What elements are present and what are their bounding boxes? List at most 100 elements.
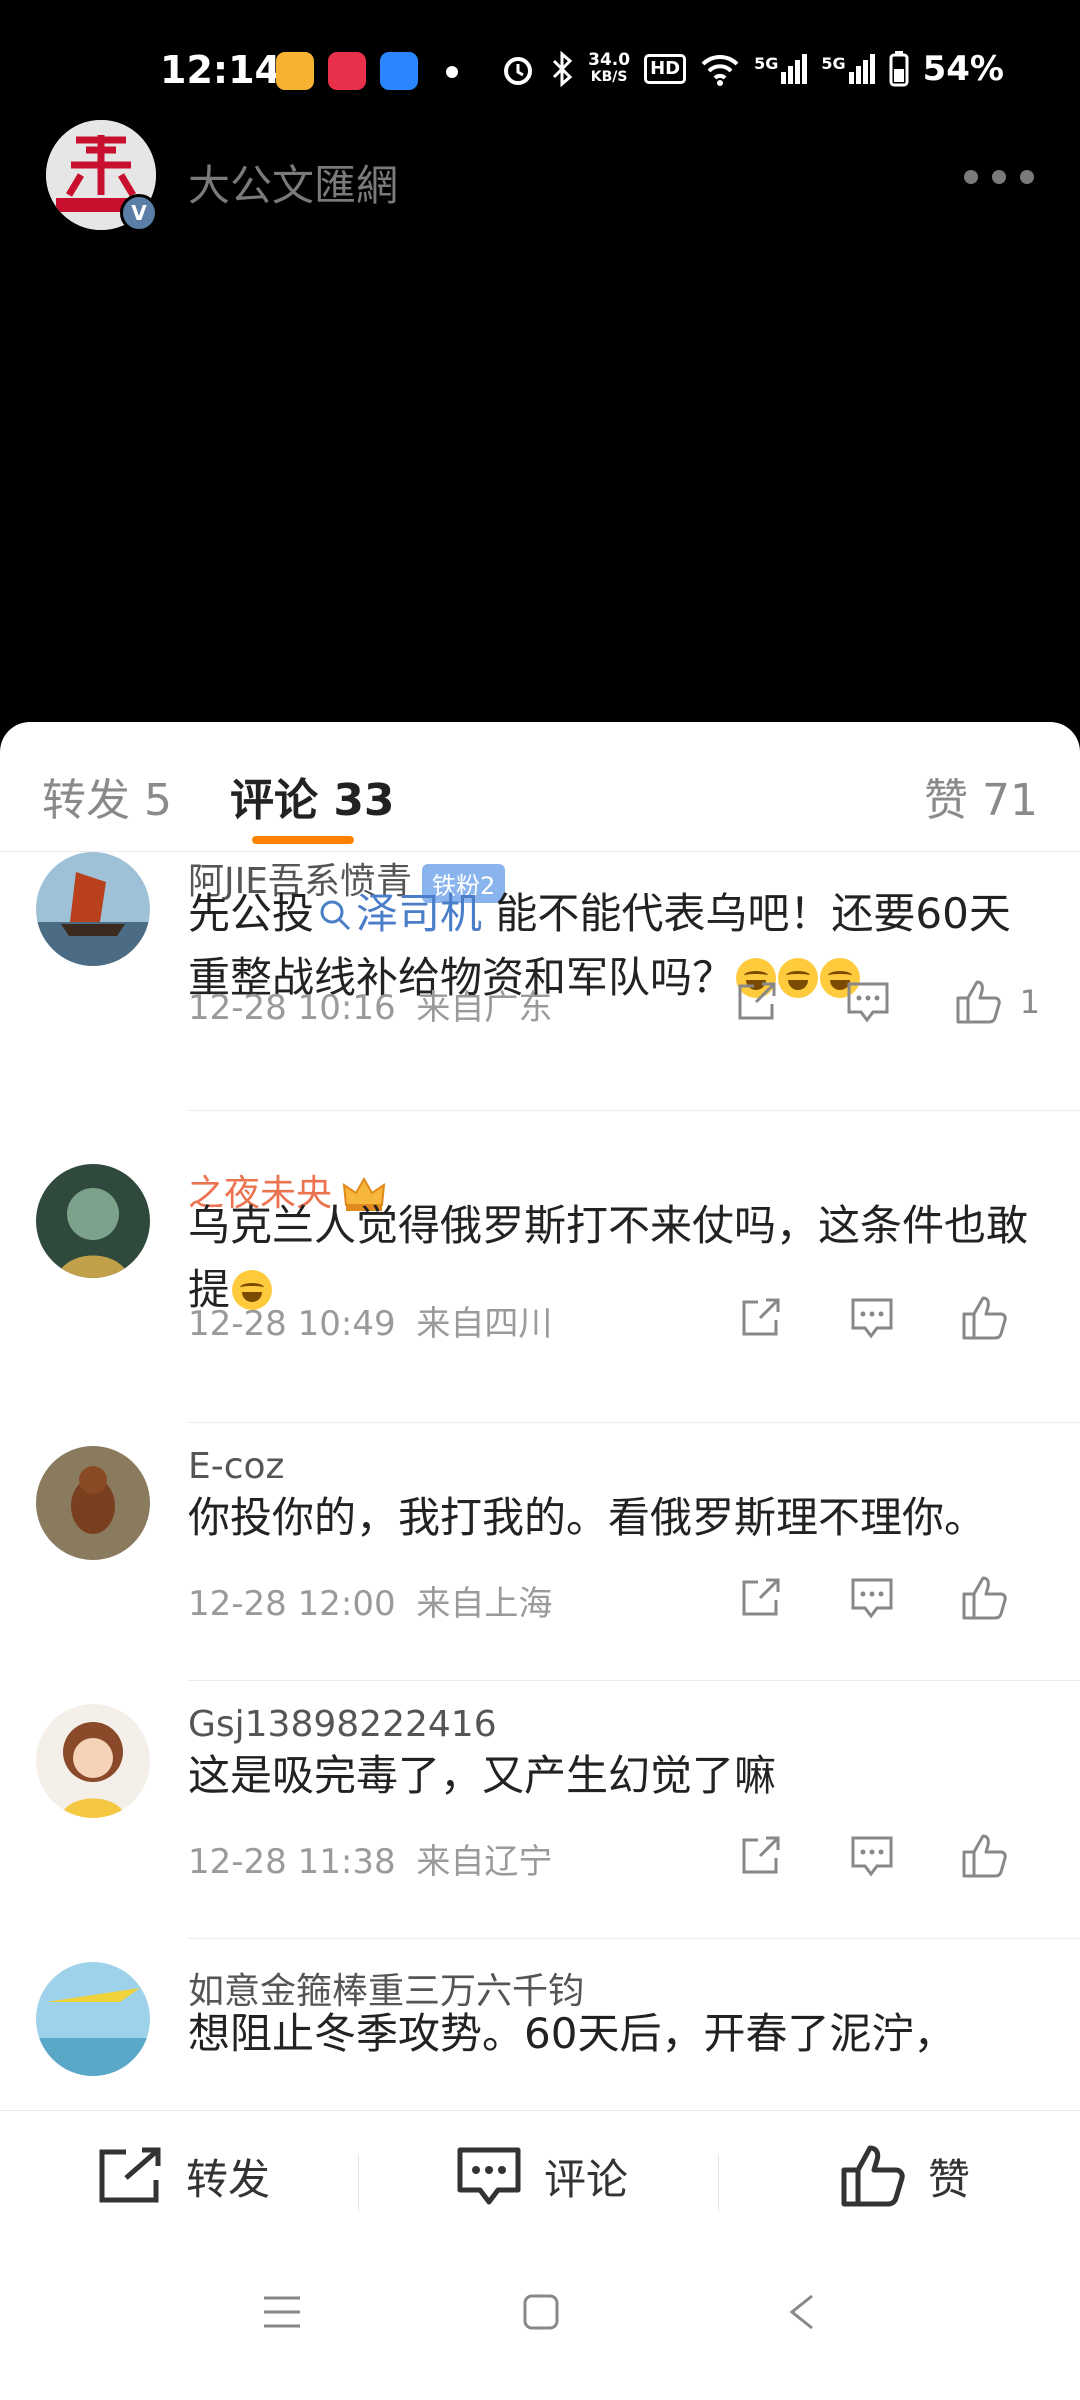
search-icon [320, 900, 351, 931]
status-bar: 12:14 34.0 KB/S HD 5G 5G 54% [0, 0, 1080, 140]
like-button[interactable]: 赞 [840, 2111, 970, 2241]
share-comment-button[interactable] [700, 972, 812, 1032]
comment-label: 评论 [544, 2154, 629, 2204]
junk-boat-avatar-icon [36, 852, 150, 966]
topic-link-text: 泽司机 [356, 889, 483, 938]
reply-comment-button[interactable] [816, 1288, 928, 1348]
repost-button[interactable]: 转发 [96, 2111, 270, 2241]
avatar[interactable] [36, 1704, 150, 1818]
share-comment-button[interactable] [704, 1826, 816, 1886]
verified-badge-icon: V [120, 194, 158, 232]
repost-label: 转发 [186, 2154, 271, 2204]
share-icon [742, 1578, 780, 1616]
battery-icon [889, 51, 909, 87]
comment-item: Gsj13898222416 这是吸完毒了，又产生幻觉了嘛 12-28 11:3… [0, 1680, 1080, 1939]
comment-text-part: 你投你的，我打我的。看俄罗斯理不理你。 [188, 1493, 987, 1542]
comment-button[interactable]: 评论 [456, 2111, 628, 2241]
comment-text: 想阻止冬季攻势。60天后，开春了泥泞， [188, 2002, 1048, 2066]
more-options-icon[interactable] [964, 170, 1034, 184]
comment-text-part: 想阻止冬季攻势。60天后，开春了泥泞， [188, 2009, 956, 2058]
comment-text-part: 先公投 [188, 889, 315, 938]
comment-list[interactable]: 阿JIE吾系愤青 铁粉2 先公投 泽司机 能不能代表乌吧！还要60天重整战线补给物资… [0, 852, 1080, 2110]
thumbs-up-icon [841, 2145, 905, 2207]
like-comment-button[interactable] [928, 1288, 1040, 1348]
comment-time: 12-28 10:16 [188, 988, 396, 1028]
signal-icon [848, 54, 875, 84]
signal-2: 5G [821, 54, 875, 84]
comment-meta: 12-28 12:00 来自上海 [188, 1576, 552, 1625]
signal-1: 5G [754, 54, 808, 84]
tab-bar: 转发 5 评论 33 赞 71 [0, 722, 1080, 852]
separator [718, 2155, 719, 2211]
thumbs-up-icon [962, 1834, 1007, 1878]
like-comment-button[interactable] [928, 1568, 1040, 1628]
back-nav-icon[interactable] [782, 2292, 822, 2332]
comment-time: 12-28 10:49 [188, 1304, 396, 1344]
girl-cartoon-avatar-icon [36, 1704, 150, 1818]
comment-actions: 1 [700, 972, 1040, 1032]
account-name[interactable]: 大公文匯網 [188, 152, 398, 213]
reply-comment-button[interactable] [812, 972, 924, 1032]
net-speed: 34.0 KB/S [588, 52, 630, 86]
comment-item: E-coz 你投你的，我打我的。看俄罗斯理不理你。 12-28 12:00 来自… [0, 1422, 1080, 1681]
dog-avatar-icon [36, 1446, 150, 1560]
comment-username[interactable]: E-coz [188, 1446, 284, 1487]
xiaohongshu-app-icon [328, 52, 366, 90]
share-icon [742, 1836, 780, 1874]
thumbs-up-icon [962, 1296, 1007, 1340]
share-comment-button[interactable] [704, 1568, 816, 1628]
comment-actions [704, 1288, 1040, 1348]
reply-comment-button[interactable] [816, 1826, 928, 1886]
like-comment-button[interactable] [928, 1826, 1040, 1886]
topic-link[interactable]: 泽司机 [314, 889, 482, 938]
post-header: V 大公文匯網 [0, 120, 1080, 240]
separator [358, 2155, 359, 2211]
status-time: 12:14 [160, 48, 281, 92]
comment-meta: 12-28 10:16 来自广东 [188, 980, 552, 1029]
share-comment-button[interactable] [704, 1288, 816, 1348]
divider [188, 1110, 1080, 1111]
comment-text: 你投你的，我打我的。看俄罗斯理不理你。 [188, 1486, 1048, 1550]
active-tab-indicator [252, 836, 354, 844]
comment-meta: 12-28 11:38 来自辽宁 [188, 1834, 552, 1883]
comment-icon [457, 2147, 521, 2205]
bottom-action-bar: 转发 评论 赞 [0, 2110, 1080, 2240]
game-character-avatar-icon [36, 1164, 150, 1278]
home-nav-icon[interactable] [522, 2292, 560, 2332]
avatar[interactable] [36, 852, 150, 966]
comment-icon [851, 1298, 893, 1339]
comments-sheet: 转发 5 评论 33 赞 71 阿JIE吾系愤青 铁粉2 先公投 泽司机 能不能代表… [0, 722, 1080, 2400]
comment-icon [851, 1836, 893, 1877]
share-icon [738, 982, 776, 1020]
like-comment-button[interactable]: 1 [924, 972, 1040, 1032]
comment-time: 12-28 12:00 [188, 1584, 396, 1624]
battery-percent: 54% [922, 49, 1004, 89]
reply-comment-button[interactable] [816, 1568, 928, 1628]
comment-item: 如意金箍棒重三万六千钧 想阻止冬季攻势。60天后，开春了泥泞， [0, 1938, 1080, 2110]
share-icon [742, 1298, 780, 1336]
comment-icon [847, 982, 889, 1023]
like-count: 1 [1019, 983, 1040, 1021]
comment-location: 来自辽宁 [416, 1842, 553, 1882]
cloud-app-icon [380, 52, 418, 90]
net-speed-unit: KB/S [590, 69, 628, 85]
username-text: Gsj13898222416 [188, 1704, 497, 1745]
comment-username[interactable]: Gsj13898222416 [188, 1704, 497, 1745]
status-icons: 34.0 KB/S HD 5G 5G 54% [500, 44, 1004, 94]
tab-likes[interactable]: 赞 71 [924, 764, 1038, 828]
hd-icon: HD [644, 54, 687, 84]
avatar[interactable] [36, 1446, 150, 1560]
comment-actions [704, 1826, 1040, 1886]
system-nav-bar [0, 2240, 1080, 2400]
tab-repost[interactable]: 转发 5 [42, 764, 172, 828]
signal-1-label: 5G [754, 54, 779, 73]
comment-time: 12-28 11:38 [188, 1842, 396, 1882]
thumbs-up-icon [962, 1576, 1007, 1620]
avatar[interactable] [36, 1962, 150, 2076]
comment-location: 来自四川 [416, 1304, 553, 1344]
avatar[interactable] [36, 1164, 150, 1278]
menu-nav-icon[interactable] [262, 2292, 302, 2332]
thumbs-up-icon [956, 980, 1001, 1024]
tab-comments[interactable]: 评论 33 [230, 764, 395, 828]
comment-location: 来自广东 [416, 988, 553, 1028]
